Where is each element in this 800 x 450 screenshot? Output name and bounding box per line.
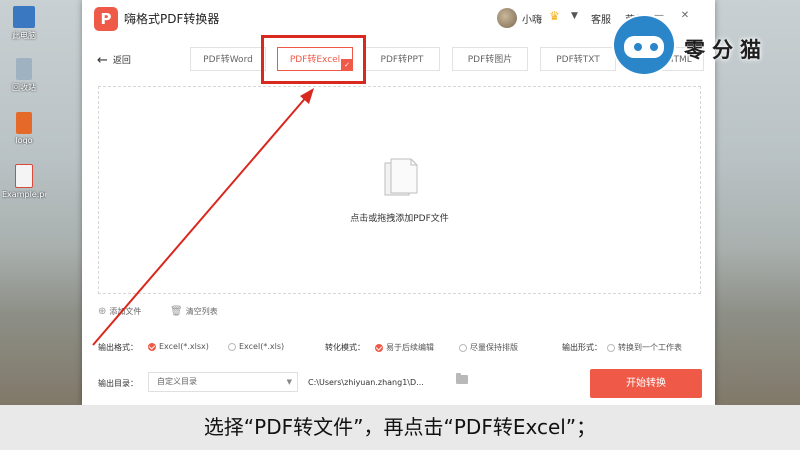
back-label: 返回 <box>112 56 131 66</box>
radio-single-sheet[interactable]: 转换到一个工作表 <box>607 342 682 353</box>
output-dir-selected: 自定义目录 <box>157 377 197 386</box>
output-dir-select[interactable]: 自定义目录 ▼ <box>148 372 298 392</box>
user-dropdown-icon[interactable]: ▼ <box>571 11 578 21</box>
radio-checked-icon <box>375 344 383 352</box>
radio-excel-xls[interactable]: Excel(*.xls) <box>228 342 284 351</box>
clear-list-button[interactable]: 🗑 清空列表 <box>170 306 218 317</box>
app-title: 嗨格式PDF转换器 <box>124 12 220 26</box>
customer-service-button[interactable]: 客服 <box>591 11 611 26</box>
tab-pdf-to-ppt[interactable]: PDF转PPT <box>364 47 440 71</box>
output-dir-path: C:\Users\zhiyuan.zhang1\D... <box>308 378 424 387</box>
desktop-icon-label: Example.pdf <box>2 190 46 199</box>
desktop-icon-logo[interactable]: logo <box>2 112 46 145</box>
tab-label: PDF转Word <box>203 55 253 65</box>
folder-icon[interactable] <box>456 373 468 384</box>
watermark-text: 零分猫 <box>684 38 768 62</box>
radio-keep-layout[interactable]: 尽量保持排版 <box>459 342 518 353</box>
dropzone-text: 点击或拖拽添加PDF文件 <box>350 214 449 224</box>
desktop-icon-label: 回收站 <box>12 83 36 92</box>
radio-excel-xlsx[interactable]: Excel(*.xlsx) <box>148 342 209 351</box>
pdf-file-icon <box>15 164 33 188</box>
radio-label: Excel(*.xlsx) <box>159 342 209 351</box>
radio-label: 易于后续编辑 <box>386 343 434 352</box>
chevron-down-icon: ▼ <box>286 378 292 386</box>
tab-label: PDF转图片 <box>467 55 513 65</box>
radio-unchecked-icon <box>459 344 467 352</box>
app-logo-icon: P <box>94 7 118 31</box>
radio-label: 尽量保持排版 <box>470 343 518 352</box>
back-arrow-icon: ← <box>97 53 108 68</box>
radio-label: Excel(*.xls) <box>239 342 285 351</box>
radio-unchecked-icon <box>228 343 236 351</box>
desktop-icon-example-pdf[interactable]: Example.pdf <box>2 164 46 199</box>
desktop-icon-this-pc[interactable]: 此电脑 <box>2 6 46 41</box>
tab-pdf-to-image[interactable]: PDF转图片 <box>452 47 528 71</box>
add-file-label: 添加文件 <box>109 307 142 316</box>
close-icon[interactable]: ✕ <box>678 10 692 21</box>
radio-checked-icon <box>148 343 156 351</box>
back-button[interactable]: ← 返回 <box>97 53 131 68</box>
tab-label: PDF转TXT <box>556 55 600 65</box>
add-file-button[interactable]: ⊕ 添加文件 <box>98 306 141 317</box>
documents-icon <box>384 158 418 196</box>
convert-mode-label: 转化模式： <box>325 343 365 352</box>
clear-list-label: 清空列表 <box>185 307 218 316</box>
watermark-cat-logo-icon <box>612 14 676 76</box>
desktop-icon-label: logo <box>15 136 33 145</box>
tab-pdf-to-txt[interactable]: PDF转TXT <box>540 47 616 71</box>
file-dropzone[interactable]: 点击或拖拽添加PDF文件 <box>98 86 701 294</box>
highlight-box <box>261 35 366 84</box>
vip-crown-icon: ♛ <box>549 9 560 23</box>
output-format-label: 输出格式： <box>98 343 138 352</box>
image-file-icon <box>16 112 32 134</box>
computer-icon <box>13 6 35 28</box>
desktop-icon-recycle-bin[interactable]: 回收站 <box>2 58 46 93</box>
radio-label: 转换到一个工作表 <box>618 343 682 352</box>
radio-easy-edit[interactable]: 易于后续编辑 <box>375 342 434 353</box>
subtitle-caption: 选择“PDF转文件”，再点击“PDF转Excel”； <box>0 405 800 450</box>
username[interactable]: 小嗨 <box>522 11 542 26</box>
output-dir-label: 输出目录： <box>98 379 138 388</box>
desktop-icon-label: 此电脑 <box>12 31 36 40</box>
tab-label: PDF转PPT <box>380 55 424 65</box>
tab-pdf-to-word[interactable]: PDF转Word <box>190 47 266 71</box>
avatar[interactable] <box>497 8 517 28</box>
trash-icon: 🗑 <box>170 306 183 317</box>
output-form-label: 输出形式： <box>562 343 602 352</box>
recycle-bin-icon <box>16 58 32 80</box>
radio-unchecked-icon <box>607 344 615 352</box>
start-convert-button[interactable]: 开始转换 <box>590 369 702 398</box>
plus-circle-icon: ⊕ <box>98 306 107 317</box>
